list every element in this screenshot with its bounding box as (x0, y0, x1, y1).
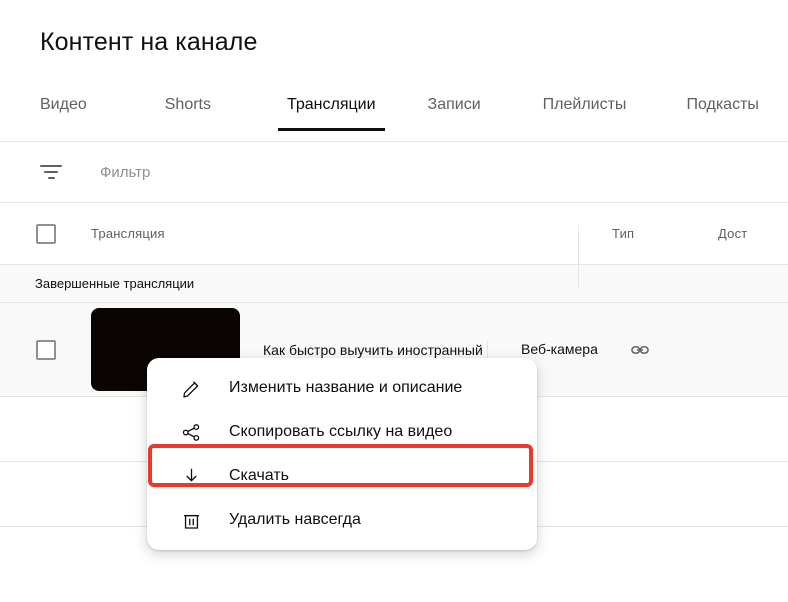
menu-item-edit-title-description[interactable]: Изменить название и описание (147, 366, 537, 410)
download-icon (179, 464, 203, 488)
filter-icon[interactable] (38, 163, 64, 181)
column-header-type[interactable]: Тип (578, 224, 718, 287)
select-all-checkbox[interactable] (35, 223, 56, 244)
column-header-title[interactable]: Трансляция (91, 225, 578, 243)
section-label: Завершенные трансляции (35, 276, 195, 291)
menu-item-label: Изменить название и описание (229, 379, 463, 396)
tab-label: Shorts (164, 96, 211, 113)
menu-item-delete-forever[interactable]: Удалить навсегда (147, 498, 537, 542)
tab-shorts[interactable]: Shorts (165, 90, 211, 120)
column-divider (578, 224, 579, 287)
page-title: Контент на канале (40, 28, 258, 56)
context-menu: Изменить название и описание Скопировать… (147, 358, 537, 550)
video-type: Веб-камера (521, 340, 598, 357)
select-all-cell (0, 223, 91, 244)
tab-records[interactable]: Записи (428, 90, 481, 120)
menu-item-download[interactable]: Скачать (147, 454, 537, 498)
menu-item-label: Удалить навсегда (229, 511, 361, 528)
menu-item-label: Скачать (229, 467, 289, 484)
tab-label: Трансляции (287, 96, 376, 113)
tab-label: Записи (427, 96, 481, 113)
video-title[interactable]: Как быстро выучить иностранный ... (263, 342, 487, 358)
column-label: Трансляция (91, 225, 165, 241)
row-access-cell (627, 339, 697, 361)
menu-item-copy-video-link[interactable]: Скопировать ссылку на видео (147, 410, 537, 454)
column-label: Дост (718, 225, 748, 241)
tab-video[interactable]: Видео (40, 90, 87, 120)
table-header-row: Трансляция Тип Дост (0, 203, 788, 287)
filter-bar (0, 142, 788, 202)
tab-podcasts[interactable]: Подкасты (686, 90, 758, 120)
tab-label: Видео (40, 96, 87, 113)
tab-label: Подкасты (686, 96, 759, 113)
column-header-access[interactable]: Дост (718, 225, 788, 243)
trash-icon (179, 508, 203, 532)
share-icon (179, 420, 203, 444)
link-icon[interactable] (629, 339, 651, 361)
tab-label: Плейлисты (542, 96, 627, 113)
youtube-studio-content-page: Контент на канале Видео Shorts Трансляци… (0, 0, 788, 602)
section-header-finished-streams: Завершенные трансляции (0, 265, 788, 303)
tab-translations[interactable]: Трансляции (278, 90, 385, 131)
pencil-icon (179, 376, 203, 400)
tab-playlists[interactable]: Плейлисты (543, 90, 627, 120)
filter-input[interactable] (100, 163, 480, 181)
row-type-cell: Веб-камера (487, 340, 627, 435)
content-tabs: Видео Shorts Трансляции Записи Плейлисты… (0, 90, 788, 142)
column-label: Тип (612, 225, 635, 241)
menu-item-label: Скопировать ссылку на видео (229, 423, 453, 440)
